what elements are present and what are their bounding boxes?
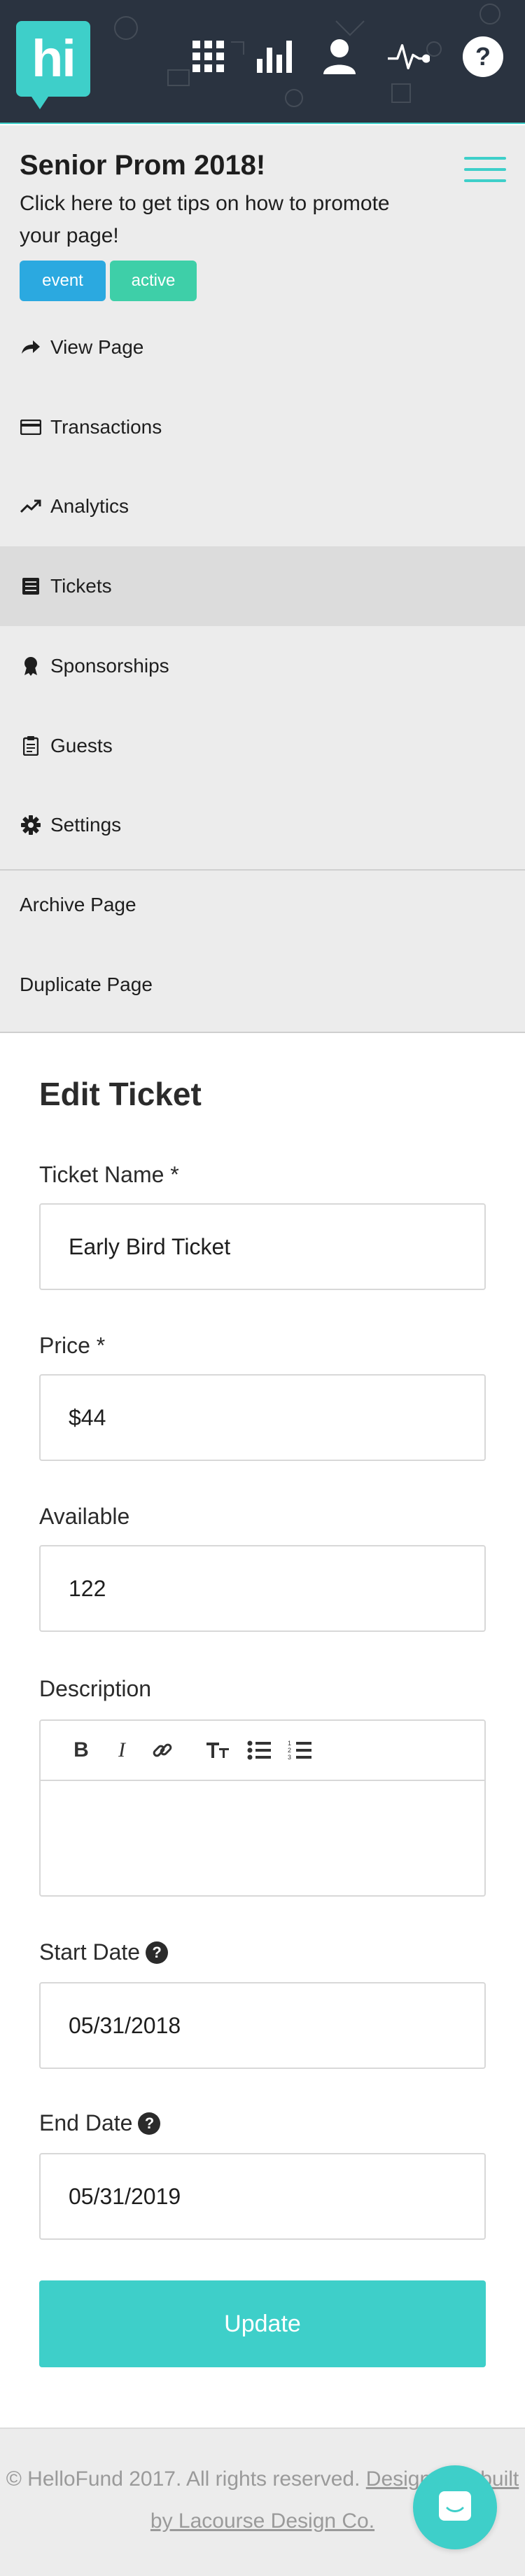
- sidebar-item-label: Guests: [50, 735, 113, 756]
- sidebar-item-sponsorships[interactable]: Sponsorships: [0, 626, 525, 706]
- question-icon[interactable]: ?: [146, 1941, 169, 1964]
- sidebar-item-label: Settings: [50, 814, 122, 836]
- sidebar-item-label: Analytics: [50, 495, 130, 517]
- sidebar-item-tickets[interactable]: Tickets: [0, 546, 525, 626]
- ribbon-icon: [20, 656, 42, 677]
- header-divider: [0, 1032, 525, 1033]
- link-icon[interactable]: [148, 1736, 176, 1764]
- question-icon[interactable]: ?: [138, 2112, 161, 2135]
- sidebar-item-label: View Page: [50, 336, 144, 358]
- logo-text: hi: [31, 29, 76, 88]
- copyright-text: © HelloFund 2017. All rights reserved.: [6, 2467, 360, 2491]
- sidebar-item-transactions[interactable]: Transactions: [0, 387, 525, 467]
- user-icon[interactable]: [318, 34, 360, 80]
- available-input[interactable]: [39, 1545, 486, 1632]
- clipboard-icon: [20, 735, 42, 756]
- apps-grid-icon[interactable]: [188, 34, 230, 80]
- duplicate-page-button[interactable]: Duplicate Page: [0, 945, 525, 1025]
- svg-text:2: 2: [288, 1747, 291, 1754]
- hamburger-menu-icon[interactable]: [464, 157, 506, 189]
- list-icon: [20, 576, 42, 597]
- ticket-name-label: Ticket Name *: [39, 1162, 179, 1187]
- price-label: Price *: [39, 1333, 106, 1358]
- svg-text:3: 3: [288, 1754, 291, 1761]
- description-textarea[interactable]: [41, 1781, 484, 1895]
- gear-icon: [20, 815, 42, 836]
- sidebar-item-view-page[interactable]: View Page: [0, 307, 525, 387]
- page-title: Senior Prom 2018!: [20, 150, 266, 181]
- sidebar-item-guests[interactable]: Guests: [0, 706, 525, 786]
- description-editor: B I 123: [39, 1719, 486, 1897]
- start-date-label: Start Date ?: [39, 1939, 169, 1965]
- trend-icon: [20, 496, 42, 517]
- chat-icon: [439, 2491, 471, 2521]
- available-label: Available: [39, 1504, 130, 1529]
- description-label: Description: [39, 1676, 152, 1701]
- share-arrow-icon: [20, 337, 42, 358]
- ticket-name-input[interactable]: [39, 1203, 486, 1290]
- numbered-list-icon[interactable]: 123: [286, 1736, 314, 1764]
- start-date-label-text: Start Date: [39, 1939, 141, 1965]
- archive-page-label: Archive Page: [20, 894, 136, 915]
- editor-toolbar: B I 123: [41, 1721, 484, 1781]
- italic-icon[interactable]: I: [108, 1736, 136, 1764]
- svg-text:1: 1: [288, 1740, 291, 1747]
- update-button[interactable]: Update: [39, 2280, 486, 2367]
- duplicate-page-label: Duplicate Page: [20, 974, 153, 995]
- promote-tips-link[interactable]: Click here to get tips on how to promote…: [20, 188, 419, 252]
- end-date-label-text: End Date: [39, 2110, 133, 2135]
- bold-icon[interactable]: B: [67, 1736, 95, 1764]
- top-navbar: hi ?: [0, 0, 525, 124]
- form-title: Edit Ticket: [39, 1076, 202, 1112]
- sidebar-item-label: Sponsorships: [50, 655, 169, 677]
- text-size-icon[interactable]: [204, 1736, 232, 1764]
- end-date-label: End Date ?: [39, 2110, 161, 2136]
- hellofund-logo[interactable]: hi: [16, 21, 90, 109]
- price-input[interactable]: [39, 1374, 486, 1461]
- end-date-input[interactable]: [39, 2153, 486, 2240]
- svg-text:?: ?: [475, 42, 491, 71]
- status-badge-event: event: [20, 261, 106, 301]
- bar-chart-icon[interactable]: [253, 34, 295, 80]
- archive-page-button[interactable]: Archive Page: [0, 865, 525, 945]
- help-icon[interactable]: ?: [462, 34, 504, 80]
- chat-launcher-button[interactable]: [413, 2465, 497, 2549]
- sidebar-item-label: Transactions: [50, 416, 162, 438]
- pulse-icon[interactable]: [388, 34, 430, 80]
- sidebar-item-analytics[interactable]: Analytics: [0, 466, 525, 546]
- sidebar-item-settings[interactable]: Settings: [0, 785, 525, 865]
- start-date-input[interactable]: [39, 1982, 486, 2069]
- bullet-list-icon[interactable]: [245, 1736, 273, 1764]
- status-badge-active: active: [110, 261, 197, 301]
- sidebar-item-label: Tickets: [50, 575, 112, 597]
- credit-card-icon: [20, 417, 42, 438]
